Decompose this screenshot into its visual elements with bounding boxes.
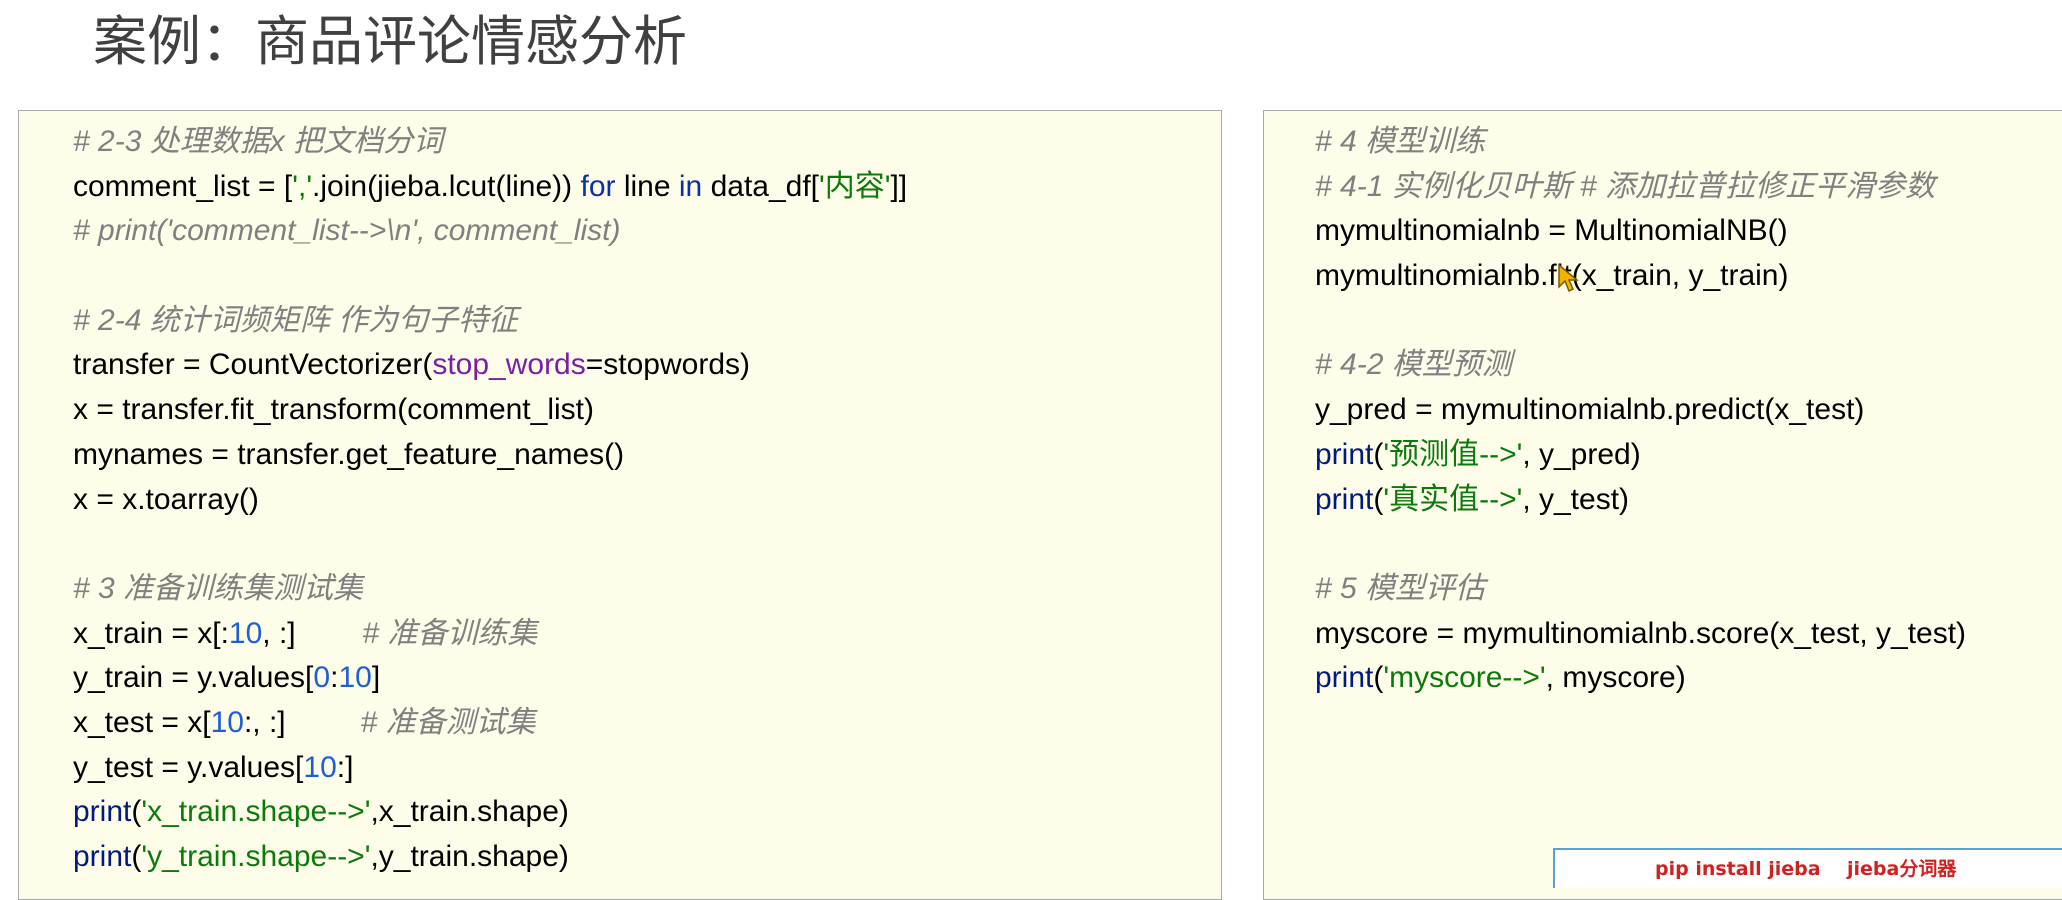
code-line: y_train = y.values[0:10] xyxy=(73,661,381,695)
code-comment: # 2-3 处理数据x 把文档分词 xyxy=(73,125,444,158)
code-line: print('真实值-->', y_test) xyxy=(1315,482,1630,516)
code-line: comment_list = [','.join(jieba.lcut(line… xyxy=(73,169,908,203)
code-line: x_train = x[:10, :] # 准备训练集 xyxy=(73,616,538,650)
mouse-pointer-icon xyxy=(1558,263,1579,293)
code-comment: # 4 模型训练 xyxy=(1315,125,1486,158)
code-comment: # 2-4 统计词频矩阵 作为句子特征 xyxy=(73,303,519,337)
code-line: x = x.toarray() xyxy=(73,482,259,516)
code-comment: # 4-2 模型预测 xyxy=(1315,348,1512,382)
jieba-install-banner: pip install jieba jieba分词器 xyxy=(1553,848,2062,888)
code-line: myscore = mymultinomialnb.score(x_test, … xyxy=(1315,616,1967,650)
code-line: x = transfer.fit_transform(comment_list) xyxy=(73,393,594,427)
code-line: mynames = transfer.get_feature_names() xyxy=(73,437,625,471)
code-line: y_test = y.values[10:] xyxy=(73,750,354,784)
slide-title: 案例：商品评论情感分析 xyxy=(93,10,687,73)
code-line: print('myscore-->', myscore) xyxy=(1315,661,1686,695)
code-line: print('预测值-->', y_pred) xyxy=(1315,437,1641,471)
code-line: x_test = x[10:, :] # 准备测试集 xyxy=(73,705,536,739)
code-line: y_pred = mymultinomialnb.predict(x_test) xyxy=(1315,393,1865,427)
code-comment: # print('comment_list-->\n', comment_lis… xyxy=(73,214,621,248)
code-line: mymultinomialnb = MultinomialNB() xyxy=(1315,214,1788,248)
code-panel-left: # 2-3 处理数据x 把文档分词 comment_list = [','.jo… xyxy=(18,110,1222,900)
code-block-left: # 2-3 处理数据x 把文档分词 comment_list = [','.jo… xyxy=(73,120,907,880)
code-comment: # 5 模型评估 xyxy=(1315,571,1486,605)
code-comment: # 4-1 实例化贝叶斯 # 添加拉普拉修正平滑参数 xyxy=(1315,169,1936,203)
banner-text: pip install jieba jieba分词器 xyxy=(1655,858,1957,880)
code-comment: # 3 准备训练集测试集 xyxy=(73,571,364,605)
code-line: print('x_train.shape-->',x_train.shape) xyxy=(73,795,569,829)
code-panel-right: # 4 模型训练 # 4-1 实例化贝叶斯 # 添加拉普拉修正平滑参数 mymu… xyxy=(1263,110,2062,900)
code-line: mymultinomialnb.fit(x_train, y_train) xyxy=(1315,259,1789,293)
code-line: transfer = CountVectorizer(stop_words=st… xyxy=(73,348,750,382)
code-block-right: # 4 模型训练 # 4-1 实例化贝叶斯 # 添加拉普拉修正平滑参数 mymu… xyxy=(1315,120,1966,701)
code-line: print('y_train.shape-->',y_train.shape) xyxy=(73,840,569,873)
